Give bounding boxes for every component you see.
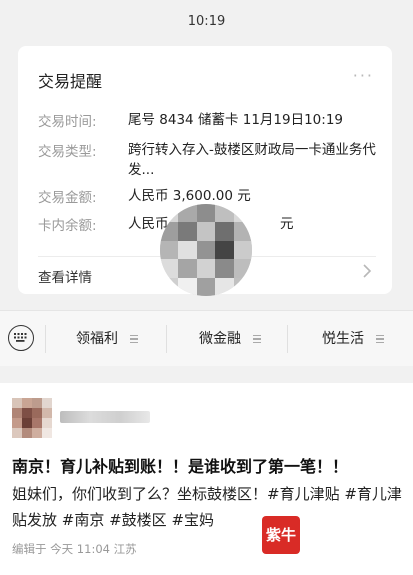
row-transaction-type: 交易类型: 跨行转入存入-鼓楼区财政局一卡通业务代发... [38,140,376,180]
tab-divider [45,325,46,353]
menu-icon [253,333,262,345]
post-headline: 南京！育儿补贴到账！！是谁收到了第一笔！！ [12,457,349,476]
menu-icon [376,333,385,345]
ellipsis-icon[interactable]: ··· [353,66,374,85]
avatar[interactable] [12,398,52,438]
row-transaction-amount: 交易金额: 人民币 3,600.00 元 [38,186,376,206]
row-value: 跨行转入存入-鼓楼区财政局一卡通业务代发... [128,142,376,178]
tab-divider [166,325,167,353]
tab-label: 微金融 [199,331,241,347]
row-label: 交易时间: [38,114,97,130]
tab-micro-finance[interactable]: 微金融 [199,328,262,348]
keyboard-icon[interactable] [8,325,34,351]
row-value: 人民币 3,600.00 元 [128,188,251,204]
badge-text: 紫牛 [265,526,296,544]
balance-unit: 元 [280,216,294,232]
post-body: 姐妹们，你们收到了么？坐标鼓楼区！#育儿津贴 #育儿津贴发放 #南京 #鼓楼区 … [12,485,402,529]
tab-label: 领福利 [76,331,118,347]
row-label: 交易类型: [38,144,97,160]
card-title: 交易提醒 [38,72,103,91]
row-label: 交易金额: [38,190,97,206]
username-redacted [60,411,150,423]
tab-divider [287,325,288,353]
view-details-link[interactable]: 查看详情 [38,266,92,286]
row-label: 卡内余额: [38,218,97,234]
menu-icon [130,333,139,345]
status-bar-time: 10:19 [187,14,226,29]
post-meta: 编辑于 今天 11:04 江苏 [12,542,137,556]
tab-life[interactable]: 悦生活 [322,328,385,348]
row-transaction-time: 交易时间: 尾号 8434 储蓄卡 11月19日10:19 [38,110,376,130]
bank-notice-screenshot: 10:19 交易提醒 ··· 交易时间: 尾号 8434 储蓄卡 11月19日1… [0,0,413,383]
tab-label: 悦生活 [322,331,364,347]
chevron-right-icon[interactable] [360,264,374,278]
social-post: 南京！育儿补贴到账！！是谁收到了第一笔！！ 姐妹们，你们收到了么？坐标鼓楼区！#… [0,383,413,575]
media-logo-badge: 紫牛 [262,516,300,554]
privacy-mosaic [160,204,252,296]
tab-welfare[interactable]: 领福利 [76,328,139,348]
row-value: 尾号 8434 储蓄卡 11月19日10:19 [128,112,343,128]
bottom-menu-bar: 领福利 微金融 悦生活 [0,310,413,366]
